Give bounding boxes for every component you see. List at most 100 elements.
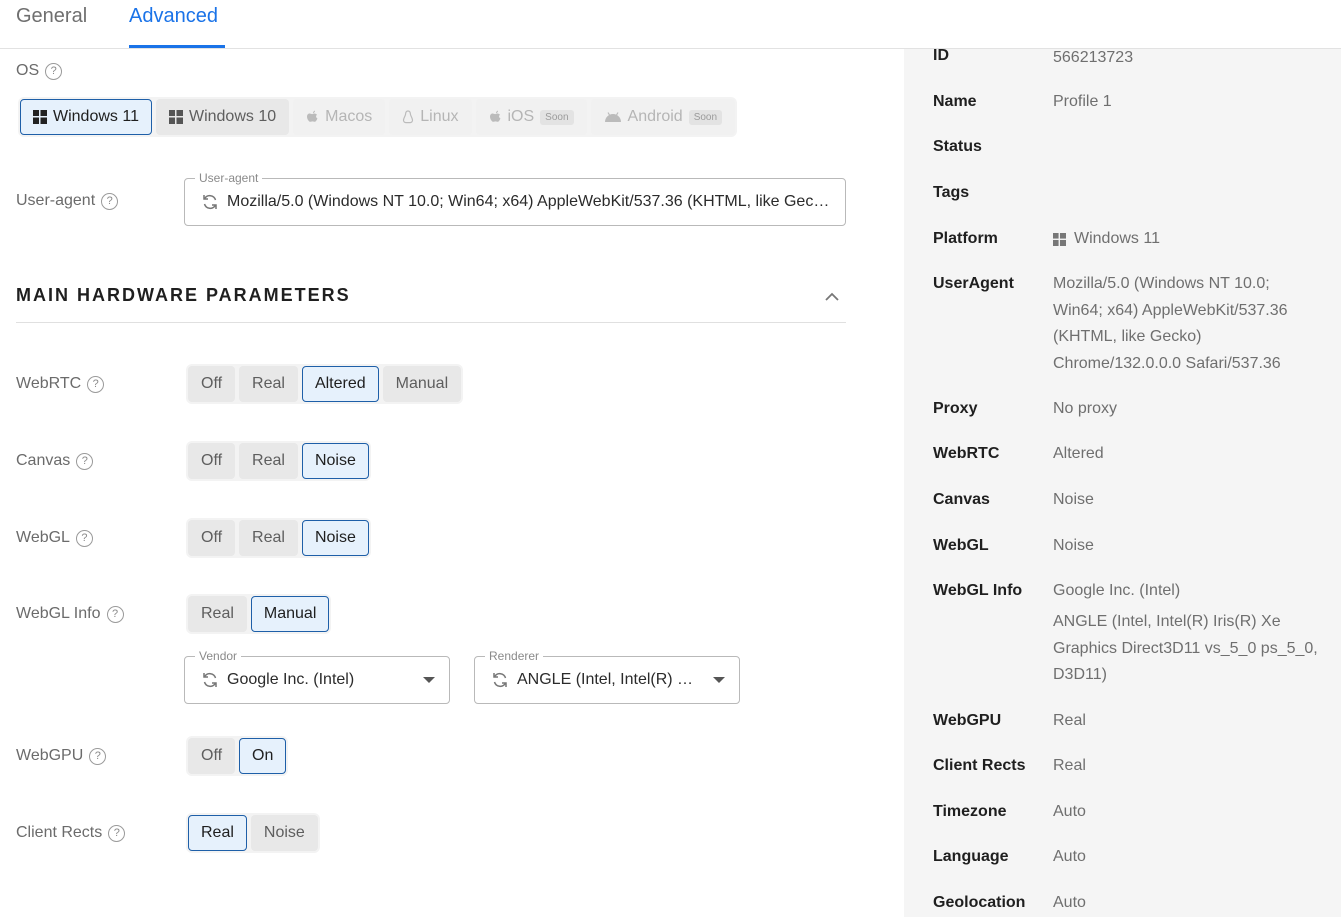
profile-summary-panel: ID 566213723 Name Profile 1 Status Tags … [904, 47, 1341, 917]
webgl-option-noise[interactable]: Noise [301, 520, 369, 556]
summary-name-value: Profile 1 [1053, 93, 1112, 110]
os-option-label: Macos [325, 108, 373, 125]
tab-general[interactable]: General [16, 5, 87, 28]
help-icon[interactable]: ? [45, 62, 63, 80]
webglinfo-option-real[interactable]: Real [188, 596, 247, 632]
dropdown-arrow-icon[interactable] [713, 677, 725, 683]
webgl-option-real[interactable]: Real [239, 520, 298, 556]
webgpu-selector: Off On [186, 736, 289, 776]
summary-webgpu-key: WebGPU [933, 712, 1002, 729]
summary-status-key: Status [933, 138, 982, 155]
help-icon[interactable]: ? [76, 452, 94, 470]
webrtc-label-text: WebRTC [16, 375, 82, 392]
android-icon [604, 111, 621, 122]
os-option-linux[interactable]: Linux [389, 99, 472, 135]
summary-webglinfo-vendor: Google Inc. (Intel) [1053, 582, 1181, 599]
os-option-label: Windows 10 [188, 108, 277, 125]
windows-icon [1053, 232, 1066, 246]
webrtc-option-real[interactable]: Real [239, 366, 298, 402]
linux-icon [403, 109, 414, 123]
summary-useragent-key: UserAgent [933, 275, 1014, 292]
useragent-label: User-agent ? [16, 192, 119, 210]
webgl-option-off[interactable]: Off [188, 520, 236, 556]
clientrects-label: Client Rects ? [16, 824, 126, 842]
summary-webglinfo-key: WebGL Info [933, 582, 1023, 599]
webrtc-selector: Off Real Altered Manual [186, 364, 464, 404]
tab-bar: General Advanced [0, 0, 1341, 49]
refresh-icon[interactable] [201, 193, 219, 211]
summary-webgpu-value: Real [1053, 712, 1086, 729]
canvas-option-noise[interactable]: Noise [301, 443, 369, 479]
os-option-windows-11[interactable]: Windows 11 [20, 99, 152, 135]
help-icon[interactable]: ? [87, 375, 105, 393]
help-icon[interactable]: ? [89, 747, 107, 765]
vendor-value: Google Inc. (Intel) [227, 671, 355, 688]
webgl-label-text: WebGL [16, 529, 70, 546]
webglinfo-label-text: WebGL Info [16, 605, 101, 622]
canvas-option-off[interactable]: Off [188, 443, 236, 479]
canvas-option-real[interactable]: Real [239, 443, 298, 479]
os-option-ios[interactable]: iOS Soon [475, 99, 587, 135]
canvas-label: Canvas ? [16, 452, 94, 470]
os-label-text: OS [16, 62, 40, 79]
webrtc-option-manual[interactable]: Manual [382, 366, 462, 402]
summary-canvas-key: Canvas [933, 491, 990, 508]
webgl-selector: Off Real Noise [186, 518, 371, 558]
webgpu-option-on[interactable]: On [239, 738, 287, 774]
refresh-icon[interactable] [201, 671, 219, 689]
clientrects-selector: Real Noise [186, 813, 320, 853]
webrtc-label: WebRTC ? [16, 375, 105, 393]
summary-canvas-value: Noise [1053, 491, 1094, 508]
refresh-icon[interactable] [491, 671, 509, 689]
summary-id-value: 566213723 [1053, 49, 1134, 66]
summary-webglinfo-renderer: ANGLE (Intel, Intel(R) Iris(R) Xe Graphi… [1053, 613, 1318, 683]
apple-icon [307, 110, 318, 122]
help-icon[interactable]: ? [101, 192, 119, 210]
summary-timezone-key: Timezone [933, 803, 1007, 820]
os-option-android[interactable]: Android Soon [590, 99, 736, 135]
windows-icon [168, 110, 183, 124]
summary-platform-text: Windows 11 [1074, 230, 1160, 247]
vendor-select[interactable]: Vendor Google Inc. (Intel) [184, 649, 450, 704]
os-option-label: iOS [507, 108, 535, 125]
webrtc-option-altered[interactable]: Altered [301, 366, 379, 402]
section-divider [16, 322, 846, 323]
os-option-macos[interactable]: Macos [293, 99, 386, 135]
os-label: OS ? [16, 62, 63, 80]
renderer-select[interactable]: Renderer ANGLE (Intel, Intel(R) Iris(R) … [474, 649, 740, 704]
renderer-legend: Renderer [485, 649, 544, 663]
dropdown-arrow-icon[interactable] [423, 677, 435, 683]
os-option-windows-10[interactable]: Windows 10 [155, 99, 290, 135]
canvas-selector: Off Real Noise [186, 441, 371, 481]
summary-language-key: Language [933, 848, 1009, 865]
os-selector: Windows 11 Windows 10 Macos Linux iOS So… [18, 97, 738, 137]
os-option-label: Linux [420, 108, 459, 125]
webgpu-label: WebGPU ? [16, 747, 107, 765]
help-icon[interactable]: ? [75, 529, 93, 547]
webglinfo-option-manual[interactable]: Manual [250, 596, 330, 632]
useragent-value: Mozilla/5.0 (Windows NT 10.0; Win64; x64… [227, 193, 831, 210]
summary-timezone-value: Auto [1053, 803, 1086, 820]
useragent-field[interactable]: User-agent Mozilla/5.0 (Windows NT 10.0;… [184, 171, 846, 226]
summary-proxy-value: No proxy [1053, 400, 1118, 417]
apple-icon [489, 110, 500, 122]
summary-webgl-key: WebGL [933, 537, 989, 554]
section-title: MAIN HARDWARE PARAMETERS [16, 285, 351, 305]
clientrects-option-noise[interactable]: Noise [250, 815, 318, 851]
summary-geolocation-key: Geolocation [933, 894, 1026, 911]
active-tab-indicator [129, 45, 225, 48]
useragent-field-legend: User-agent [195, 171, 263, 185]
webrtc-option-off[interactable]: Off [188, 366, 236, 402]
chevron-up-icon[interactable] [824, 291, 840, 303]
summary-language-value: Auto [1053, 848, 1086, 865]
tab-advanced[interactable]: Advanced [129, 5, 218, 28]
help-icon[interactable]: ? [108, 824, 126, 842]
useragent-label-text: User-agent [16, 192, 96, 209]
summary-clientrects-key: Client Rects [933, 757, 1026, 774]
help-icon[interactable]: ? [106, 605, 124, 623]
windows-icon [33, 110, 47, 124]
webgpu-label-text: WebGPU [16, 747, 84, 764]
clientrects-option-real[interactable]: Real [188, 815, 247, 851]
os-option-label: Windows 11 [53, 108, 139, 125]
webgpu-option-off[interactable]: Off [188, 738, 236, 774]
